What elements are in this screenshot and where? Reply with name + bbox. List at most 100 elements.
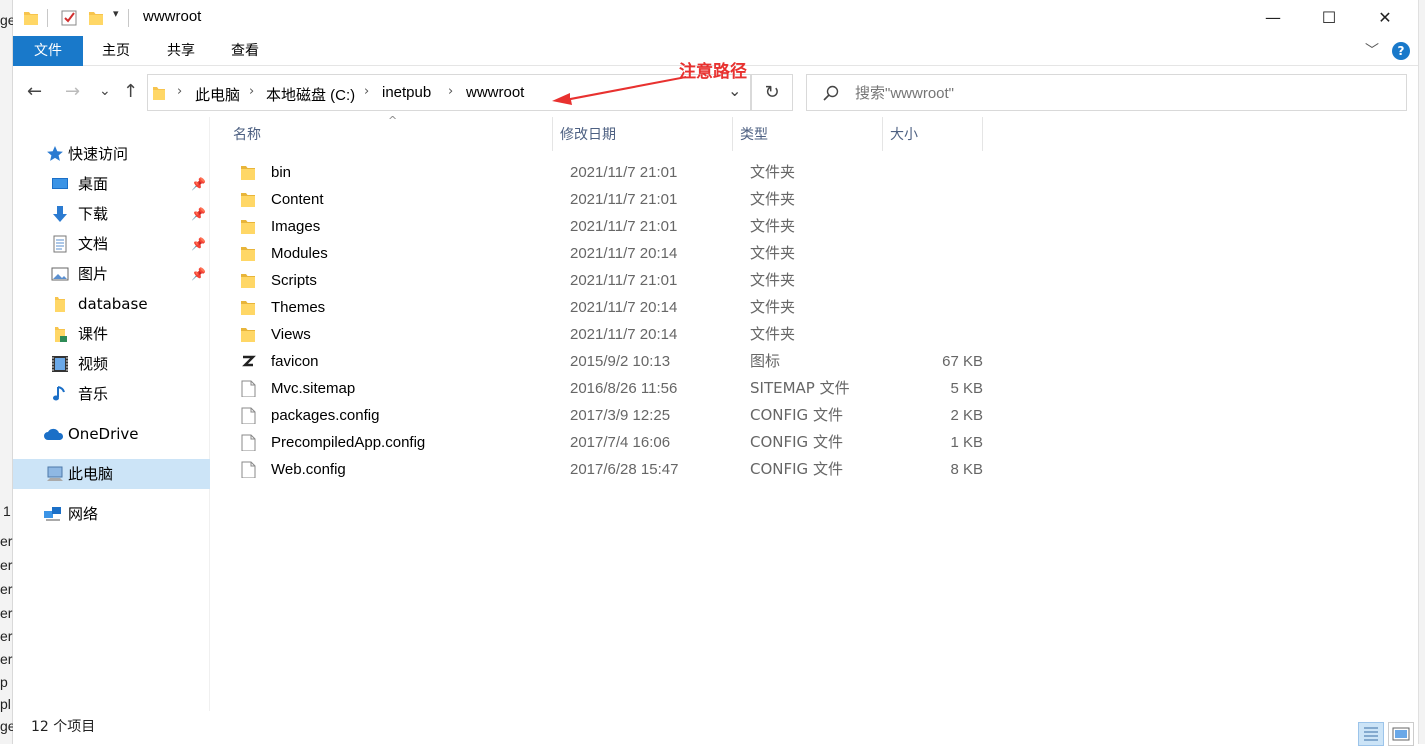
sidebar-item-quick-access[interactable]: 快速访问 <box>13 139 210 169</box>
recent-locations-button[interactable]: ⌄ <box>99 83 111 99</box>
toolbar-divider <box>47 9 48 27</box>
file-name: Mvc.sitemap <box>271 380 356 397</box>
file-row[interactable]: Content 2021/11/7 21:01 文件夹 <box>233 186 993 213</box>
file-icon <box>241 434 256 451</box>
file-row[interactable]: Views 2021/11/7 20:14 文件夹 <box>233 321 993 348</box>
large-icons-view-button[interactable] <box>1388 722 1414 746</box>
pin-icon[interactable]: 📌 <box>191 199 206 229</box>
file-row[interactable]: PrecompiledApp.config 2017/7/4 16:06 CONFI… <box>233 429 993 456</box>
up-button[interactable]: ↑ <box>123 81 138 102</box>
desktop-icon <box>52 178 68 189</box>
background-text-fragment: er <box>0 557 13 573</box>
folder-icon <box>241 274 255 288</box>
folder-icon <box>55 297 65 312</box>
breadcrumb-this-pc[interactable]: 此电脑 <box>195 84 240 105</box>
file-type: 文件夹 <box>750 190 796 208</box>
minimize-button[interactable]: — <box>1250 0 1296 35</box>
file-date: 2021/11/7 21:01 <box>570 272 678 289</box>
file-size: 2 KB <box>950 407 983 424</box>
expand-ribbon-icon[interactable]: ﹀ <box>1365 40 1379 60</box>
document-icon <box>53 235 67 253</box>
sidebar-item-music[interactable]: 音乐 <box>13 379 210 409</box>
sidebar-item-label: 课件 <box>78 325 109 343</box>
column-header-type[interactable]: 类型 <box>740 124 768 144</box>
sidebar-item-downloads[interactable]: 下载 📌 <box>13 199 210 229</box>
file-row[interactable]: Images 2021/11/7 21:01 文件夹 <box>233 213 993 240</box>
sidebar-item-network[interactable]: 网络 <box>13 499 210 529</box>
file-date: 2021/11/7 20:14 <box>570 299 678 316</box>
file-row[interactable]: Themes 2021/11/7 20:14 文件夹 <box>233 294 993 321</box>
file-date: 2021/11/7 21:01 <box>570 164 678 181</box>
explorer-window: ▾ wwwroot — ☐ ✕ 文件 主页 共享 查看 ﹀ ? ← → ⌄ ↑ … <box>13 0 1418 746</box>
tab-home[interactable]: 主页 <box>91 36 141 66</box>
pin-icon[interactable]: 📌 <box>191 169 206 199</box>
breadcrumb-separator[interactable]: › <box>448 84 453 99</box>
column-divider[interactable] <box>552 117 553 151</box>
sidebar-item-courseware[interactable]: 课件 <box>13 319 210 349</box>
file-date: 2021/11/7 20:14 <box>570 245 678 262</box>
close-button[interactable]: ✕ <box>1362 0 1408 35</box>
search-input[interactable] <box>855 83 1375 103</box>
folder-icon <box>241 328 255 342</box>
sort-indicator-icon: ^ <box>388 114 398 127</box>
file-row[interactable]: packages.config 2017/3/9 12:25 CONFIG 文件 2 … <box>233 402 993 429</box>
sidebar-item-pictures[interactable]: 图片 📌 <box>13 259 210 289</box>
search-box[interactable] <box>806 74 1407 111</box>
favicon-icon <box>242 355 256 367</box>
column-divider[interactable] <box>982 117 983 151</box>
breadcrumb-separator[interactable]: › <box>249 84 254 99</box>
address-dropdown-icon[interactable]: ⌄ <box>728 81 741 100</box>
column-header-size[interactable]: 大小 <box>890 124 918 144</box>
file-icon <box>241 407 256 424</box>
file-row[interactable]: Web.config 2017/6/28 15:47 CONFIG 文件 8 KB <box>233 456 993 483</box>
breadcrumb-local-disk[interactable]: 本地磁盘 (C:) <box>266 84 355 105</box>
breadcrumb-separator[interactable]: › <box>364 84 369 99</box>
maximize-button[interactable]: ☐ <box>1306 0 1352 35</box>
details-view-button[interactable] <box>1358 722 1384 746</box>
file-date: 2021/11/7 21:01 <box>570 218 678 235</box>
file-row[interactable]: Scripts 2021/11/7 21:01 文件夹 <box>233 267 993 294</box>
column-divider[interactable] <box>732 117 733 151</box>
column-header-date[interactable]: 修改日期 <box>560 124 616 144</box>
background-text-fragment: er <box>0 605 13 621</box>
breadcrumb-wwwroot[interactable]: wwwroot <box>466 84 524 101</box>
sidebar-item-onedrive[interactable]: OneDrive <box>13 419 210 449</box>
breadcrumb-separator[interactable]: › <box>177 84 182 99</box>
sidebar-item-documents[interactable]: 文档 📌 <box>13 229 210 259</box>
properties-icon[interactable] <box>60 9 78 27</box>
new-folder-icon[interactable] <box>88 9 104 27</box>
pin-icon[interactable]: 📌 <box>191 229 206 259</box>
background-text-fragment: er <box>0 581 13 597</box>
file-row[interactable]: bin 2021/11/7 21:01 文件夹 <box>233 159 993 186</box>
background-right-edge <box>1418 0 1425 744</box>
column-divider[interactable] <box>882 117 883 151</box>
breadcrumb-inetpub[interactable]: inetpub <box>382 84 431 101</box>
file-date: 2017/7/4 16:06 <box>570 434 671 451</box>
tab-file[interactable]: 文件 <box>13 36 83 66</box>
sidebar-item-label: database <box>78 295 148 313</box>
file-date: 2016/8/26 11:56 <box>570 380 678 397</box>
tab-view[interactable]: 查看 <box>220 36 270 66</box>
file-row[interactable]: Modules 2021/11/7 20:14 文件夹 <box>233 240 993 267</box>
customize-toolbar-icon[interactable]: ▾ <box>113 7 119 20</box>
sidebar-item-videos[interactable]: 视频 <box>13 349 210 379</box>
large-icons-view-icon <box>1392 727 1410 741</box>
file-row[interactable]: favicon 2015/9/2 10:13 图标 67 KB <box>233 348 993 375</box>
column-header-name[interactable]: 名称 <box>233 124 261 144</box>
folder-icon <box>241 247 255 261</box>
pin-icon[interactable]: 📌 <box>191 259 206 289</box>
back-button[interactable]: ← <box>27 81 42 102</box>
forward-button[interactable]: → <box>65 81 80 102</box>
file-name: Web.config <box>271 461 346 478</box>
help-icon[interactable]: ? <box>1392 42 1410 60</box>
sidebar-item-desktop[interactable]: 桌面 📌 <box>13 169 210 199</box>
file-name: Modules <box>271 245 328 262</box>
sidebar-item-database[interactable]: database <box>13 289 210 319</box>
tab-share[interactable]: 共享 <box>156 36 206 66</box>
sidebar-item-this-pc[interactable]: 此电脑 <box>13 459 210 489</box>
sidebar-item-label: OneDrive <box>68 425 139 443</box>
folder-icon[interactable] <box>23 9 39 27</box>
file-row[interactable]: Mvc.sitemap 2016/8/26 11:56 SITEMAP 文件 5 KB <box>233 375 993 402</box>
navigation-pane: 快速访问 桌面 📌 下载 📌 文档 📌 图片 📌 database 课件 视频 … <box>13 117 210 711</box>
refresh-button[interactable]: ↻ <box>751 74 793 111</box>
